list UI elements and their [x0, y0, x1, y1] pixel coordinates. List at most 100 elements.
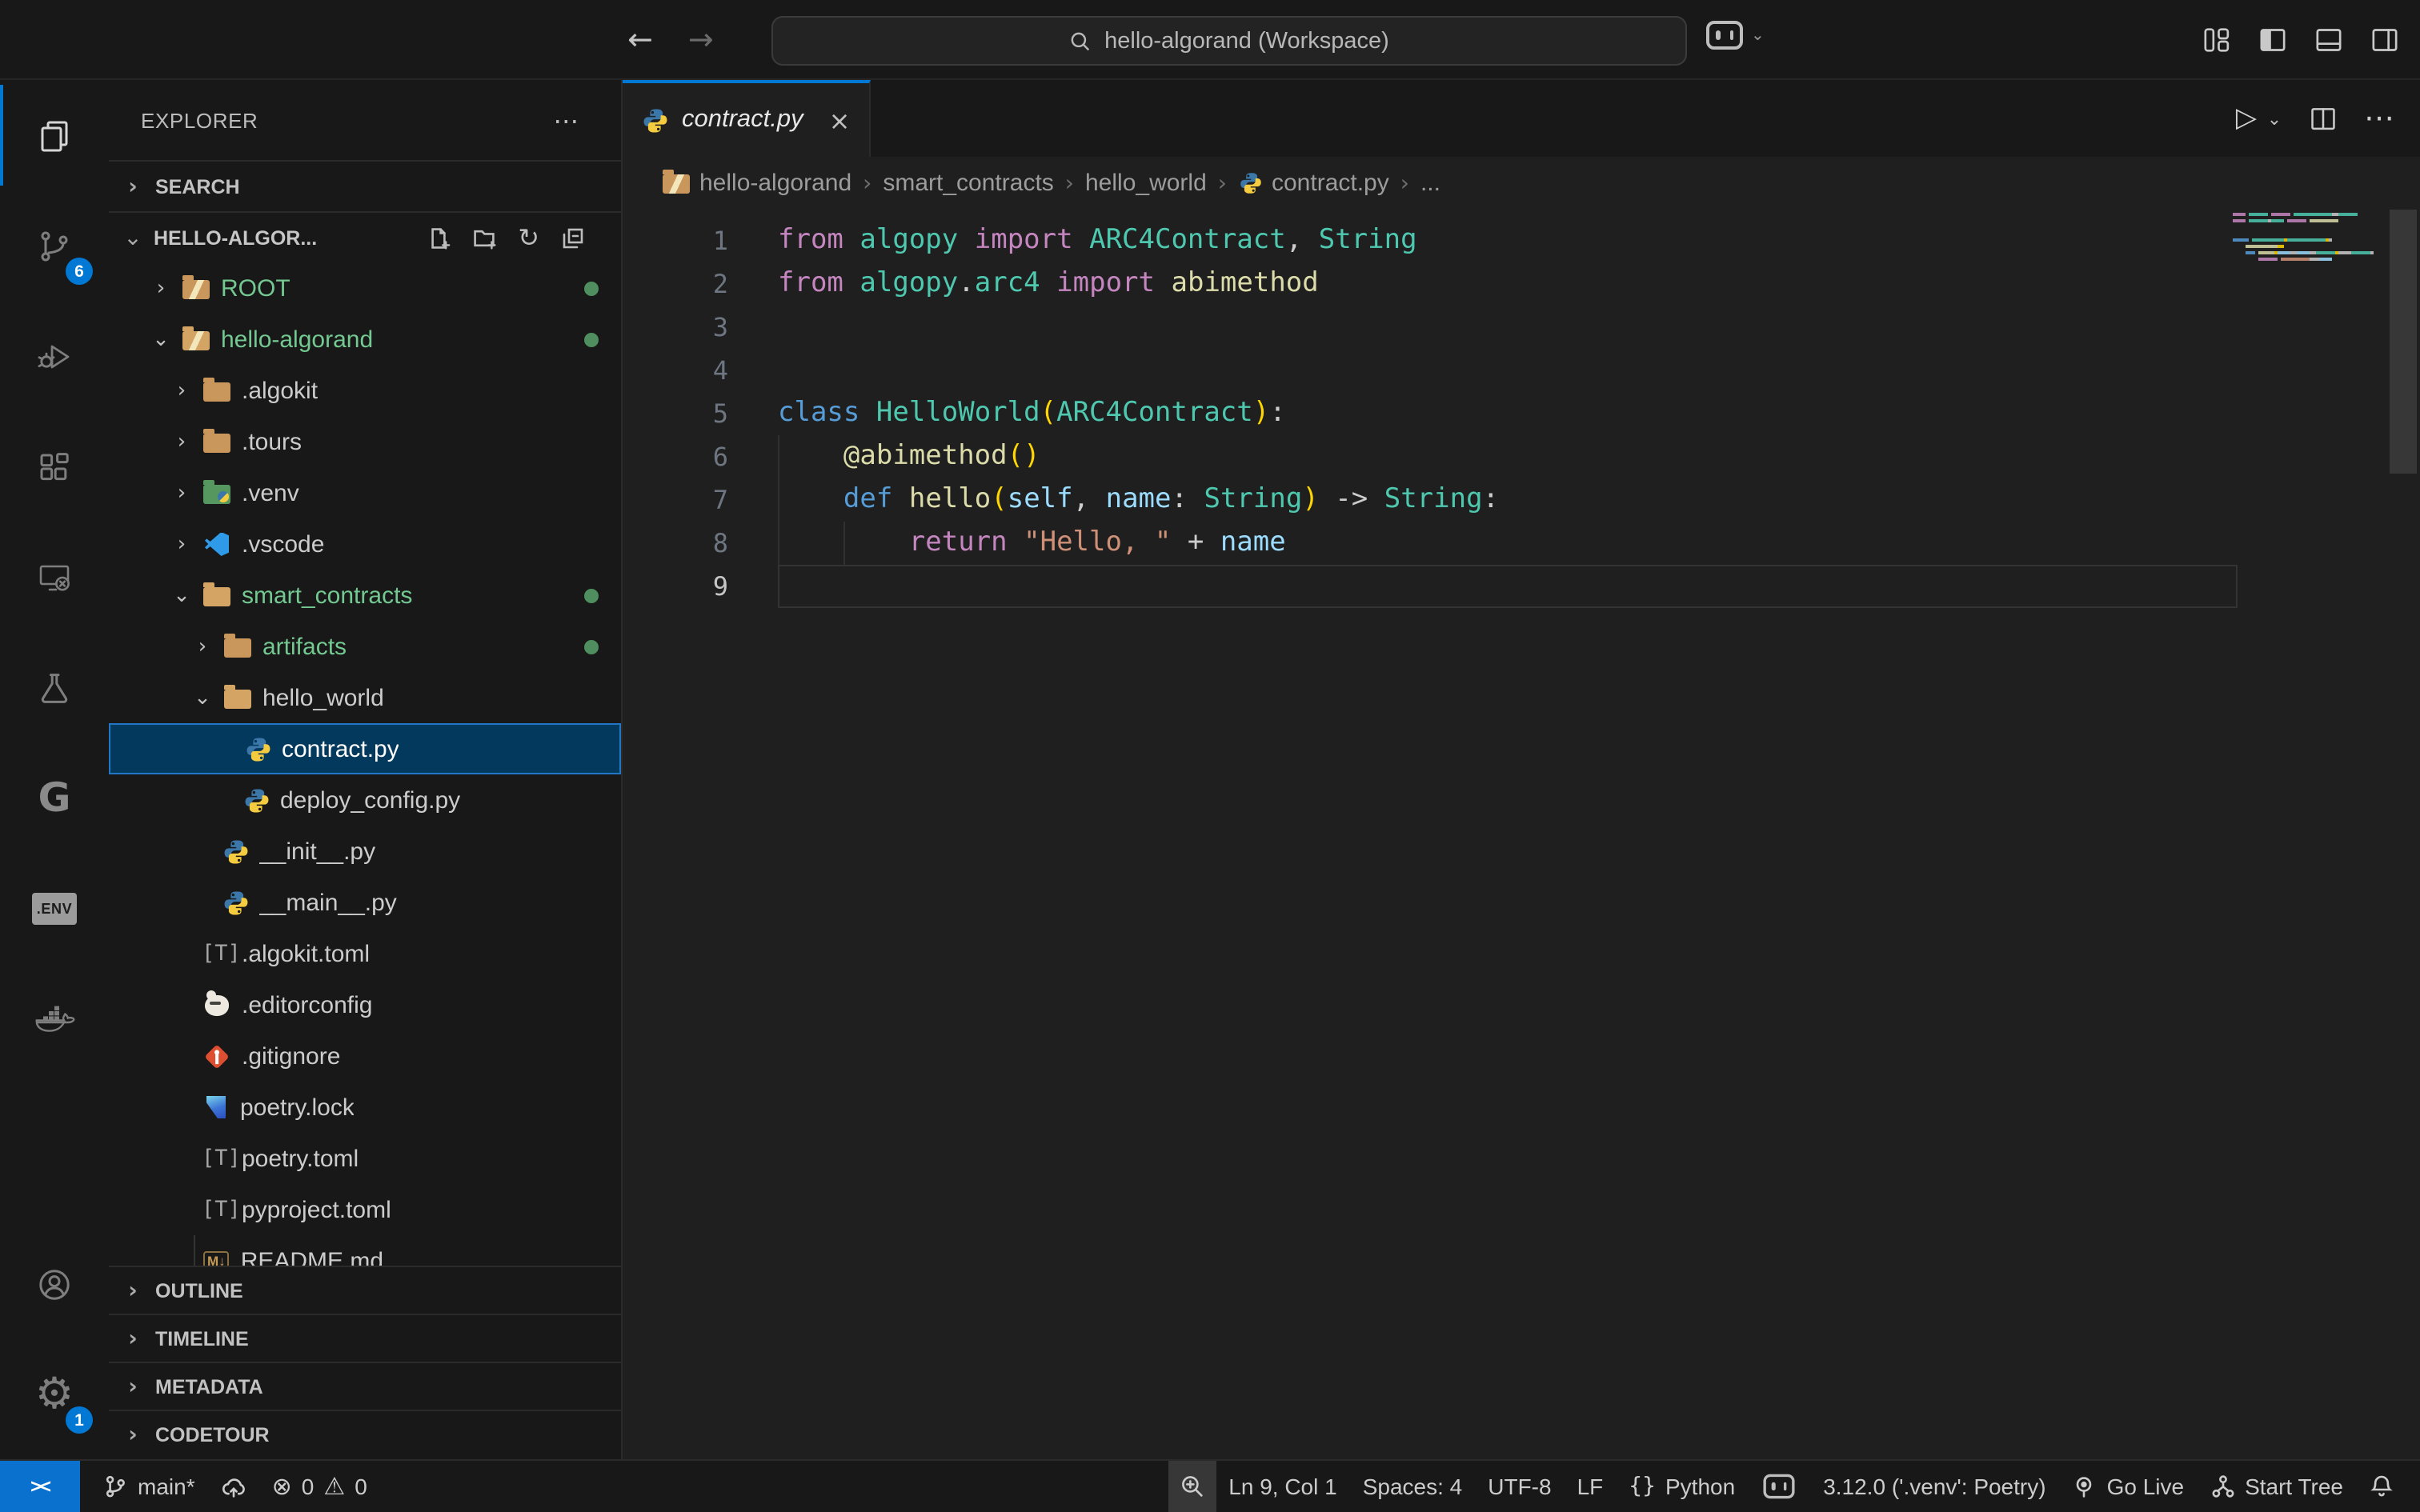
- breadcrumb-label: smart_contracts: [883, 170, 1053, 197]
- breadcrumb-item[interactable]: hello_world: [1085, 170, 1207, 197]
- tree-item-smart-contracts[interactable]: ⌄smart_contracts: [109, 570, 621, 621]
- code-line-6[interactable]: 6 @abimethod(): [623, 435, 2420, 478]
- minimap-line: [2233, 243, 2377, 250]
- activity-algokit[interactable]: G: [0, 742, 109, 853]
- tree-item-artifacts[interactable]: ›artifacts: [109, 621, 621, 672]
- activity-explorer[interactable]: [0, 80, 109, 190]
- settings-badge: 1: [66, 1406, 93, 1434]
- split-editor-icon[interactable]: [2308, 103, 2338, 134]
- copilot-menu-button[interactable]: ⌄: [1706, 21, 1765, 50]
- refresh-icon[interactable]: ↻: [518, 222, 539, 253]
- code-line-8[interactable]: 8 return "Hello, " + name: [623, 522, 2420, 565]
- status-item-start-tree[interactable]: Start Tree: [2197, 1461, 2356, 1512]
- status-item-cloud-upload[interactable]: [208, 1461, 259, 1512]
- status-item-main-[interactable]: main*: [90, 1461, 208, 1512]
- code-line-1[interactable]: 1from algopy import ARC4Contract, String: [623, 219, 2420, 262]
- activity-run-debug[interactable]: [0, 301, 109, 411]
- code-line-4[interactable]: 4: [623, 349, 2420, 392]
- section-timeline[interactable]: ›TIMELINE: [109, 1314, 621, 1362]
- status-item-3-12-0-venv-poetry-[interactable]: 3.12.0 ('.venv': Poetry): [1810, 1461, 2058, 1512]
- status-bar: >< main* ⊗0⚠0 Ln 9, Col 1Spaces: 4UTF-8LF…: [0, 1459, 2420, 1512]
- status-item-lf[interactable]: LF: [1565, 1461, 1617, 1512]
- tree-item--gitignore[interactable]: .gitignore: [109, 1030, 621, 1082]
- nav-forward-icon[interactable]: →: [688, 22, 714, 58]
- breadcrumb-item[interactable]: smart_contracts: [883, 170, 1053, 197]
- toggle-secondary-sidebar-icon[interactable]: [2369, 24, 2401, 56]
- section-outline[interactable]: ›OUTLINE: [109, 1266, 621, 1314]
- tree-item-poetry-toml[interactable]: [T]poetry.toml: [109, 1133, 621, 1184]
- tree-item--main-py[interactable]: __main__.py: [109, 877, 621, 928]
- activity-source-control[interactable]: 6: [0, 190, 109, 301]
- search-icon: [1069, 30, 1092, 52]
- tree-item-hello-algorand[interactable]: ⌄hello-algorand: [109, 314, 621, 365]
- tab-close-icon[interactable]: ×: [829, 105, 851, 135]
- breadcrumb-item[interactable]: ...: [1420, 170, 1440, 197]
- collapse-all-icon[interactable]: [560, 222, 586, 253]
- tree-item-hello-world[interactable]: ⌄hello_world: [109, 672, 621, 723]
- tree-item-deploy-config-py[interactable]: deploy_config.py: [109, 774, 621, 826]
- tree-item-root[interactable]: ›ROOT: [109, 262, 621, 314]
- status-item-utf-8[interactable]: UTF-8: [1475, 1461, 1564, 1512]
- status-item-zoom-plus[interactable]: [1168, 1461, 1216, 1512]
- breadcrumb-item[interactable]: hello-algorand: [663, 170, 851, 197]
- breadcrumb-item[interactable]: contract.py: [1238, 170, 1389, 197]
- remote-indicator[interactable]: ><: [0, 1461, 80, 1512]
- tab-contract-py[interactable]: contract.py ×: [623, 80, 871, 157]
- status-item-ln-9-col-1[interactable]: Ln 9, Col 1: [1216, 1461, 1349, 1512]
- run-icon[interactable]: ▷: [2236, 102, 2257, 134]
- toggle-panel-icon[interactable]: [2313, 24, 2345, 56]
- activity-docker[interactable]: [0, 963, 109, 1074]
- code-text: from algopy.arc4 import abimethod: [778, 262, 2420, 306]
- tree-item-label: .venv: [242, 479, 299, 506]
- line-number: 2: [623, 262, 778, 306]
- code-editor[interactable]: 1from algopy import ARC4Contract, String…: [623, 210, 2420, 1459]
- tree-item--tours[interactable]: ›.tours: [109, 416, 621, 467]
- editor-scrollbar[interactable]: [2390, 210, 2417, 474]
- chevron-right-icon: ›: [192, 634, 213, 658]
- code-line-9[interactable]: 9: [623, 565, 2420, 608]
- tree-item-poetry-lock[interactable]: poetry.lock: [109, 1082, 621, 1133]
- tree-item-readme-md[interactable]: M↓README.md: [109, 1235, 621, 1266]
- toggle-primary-sidebar-icon[interactable]: [2257, 24, 2289, 56]
- explorer-more-icon[interactable]: ⋯: [553, 105, 579, 135]
- status-item-python[interactable]: {}Python: [1616, 1461, 1748, 1512]
- more-actions-icon[interactable]: ⋯: [2364, 101, 2394, 136]
- section-search[interactable]: › SEARCH: [109, 160, 621, 211]
- section-codetour[interactable]: ›CODETOUR: [109, 1410, 621, 1458]
- activity-remote-explorer[interactable]: [0, 522, 109, 632]
- activity-accounts[interactable]: [0, 1229, 109, 1339]
- activity-dotenv[interactable]: .ENV: [0, 853, 109, 963]
- status-item-0[interactable]: ⊗0⚠0: [259, 1461, 380, 1512]
- activity-testing[interactable]: [0, 632, 109, 742]
- line-number: 6: [623, 435, 778, 478]
- status-item-spaces-4[interactable]: Spaces: 4: [1350, 1461, 1476, 1512]
- workspace-header[interactable]: ⌄ HELLO-ALGOR... ↻: [109, 211, 621, 262]
- tree-item--editorconfig[interactable]: .editorconfig: [109, 979, 621, 1030]
- command-center[interactable]: hello-algorand (Workspace): [771, 16, 1687, 66]
- code-line-2[interactable]: 2from algopy.arc4 import abimethod: [623, 262, 2420, 306]
- python-file-icon: [222, 838, 250, 865]
- new-folder-icon[interactable]: [471, 222, 497, 253]
- tree-item--init-py[interactable]: __init__.py: [109, 826, 621, 877]
- minimap-line: [2233, 224, 2377, 230]
- code-line-3[interactable]: 3: [623, 306, 2420, 349]
- tree-item-pyproject-toml[interactable]: [T]pyproject.toml: [109, 1184, 621, 1235]
- tree-item--venv[interactable]: ›.venv: [109, 467, 621, 518]
- tree-item--algokit-toml[interactable]: [T].algokit.toml: [109, 928, 621, 979]
- section-metadata[interactable]: ›METADATA: [109, 1362, 621, 1410]
- new-file-icon[interactable]: [425, 222, 451, 253]
- activity-settings[interactable]: ⚙1: [0, 1339, 109, 1450]
- tree-item-contract-py[interactable]: contract.py: [109, 723, 621, 774]
- tree-item--algokit[interactable]: ›.algokit: [109, 365, 621, 416]
- status-item-go-live[interactable]: Go Live: [2059, 1461, 2198, 1512]
- status-item-copilot[interactable]: [1748, 1461, 1810, 1512]
- customize-layout-icon[interactable]: [2201, 24, 2233, 56]
- code-line-7[interactable]: 7 def hello(self, name: String) -> Strin…: [623, 478, 2420, 522]
- nav-back-icon[interactable]: ←: [627, 22, 653, 58]
- openroot-file-icon: [181, 328, 211, 350]
- status-item-bell[interactable]: [2356, 1461, 2407, 1512]
- tree-item--vscode[interactable]: ›.vscode: [109, 518, 621, 570]
- activity-extensions[interactable]: [0, 411, 109, 522]
- code-line-5[interactable]: 5class HelloWorld(ARC4Contract):: [623, 392, 2420, 435]
- minimap[interactable]: [2233, 211, 2377, 269]
